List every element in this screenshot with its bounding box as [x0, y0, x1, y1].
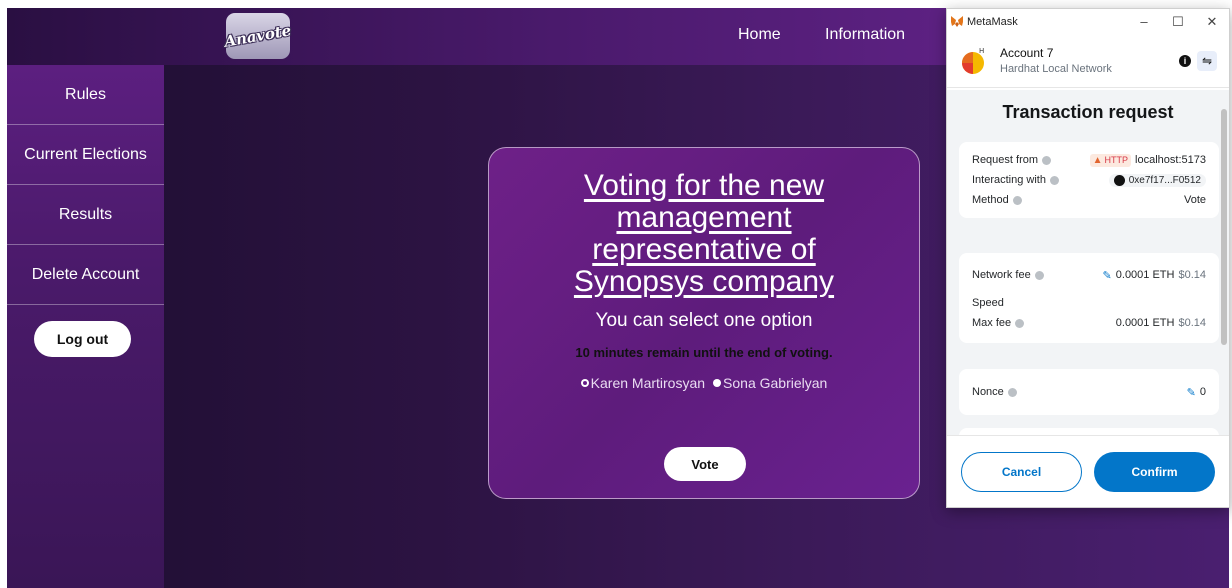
max-fee-label: Max fee: [972, 317, 1012, 329]
svg-text:H: H: [979, 47, 984, 55]
nonce-row: Nonce ✎ 0: [972, 382, 1206, 402]
window-titlebar: MetaMask – ☐ ✕: [947, 9, 1229, 34]
network-fee-eth: 0.0001 ETH: [1115, 269, 1175, 281]
network-fee-usd: $0.14: [1178, 269, 1206, 281]
method-row: Method Vote: [972, 190, 1206, 210]
method-value: Vote: [1183, 194, 1206, 206]
vote-button[interactable]: Vote: [664, 447, 746, 481]
voting-timer: 10 minutes remain until the end of votin…: [575, 345, 833, 360]
max-fee-row: Max fee 0.0001 ETH $0.14: [972, 313, 1206, 333]
help-icon[interactable]: [1042, 155, 1052, 165]
candidate-options: Karen Martirosyan Sona Gabrielyan: [489, 375, 919, 391]
nav-information-link[interactable]: Information: [825, 26, 905, 44]
radio-unselected-icon[interactable]: [713, 379, 722, 387]
logo-text: Anavote: [223, 21, 293, 51]
help-icon[interactable]: [1007, 387, 1017, 397]
request-origin: localhost:5173: [1135, 154, 1206, 166]
confirm-button[interactable]: Confirm: [1094, 451, 1215, 492]
settings-sliders-icon[interactable]: ⇋: [1197, 50, 1217, 71]
edit-pencil-icon[interactable]: ✎: [1103, 269, 1112, 282]
account-header: H Account 7 Hardhat Local Network i ⇋: [947, 34, 1229, 88]
scrollbar-thumb[interactable]: [1221, 109, 1227, 345]
nonce-value: 0: [1199, 386, 1206, 398]
window-controls: – ☐ ✕: [1127, 14, 1229, 30]
window-title: MetaMask: [967, 15, 1018, 28]
contract-address-pill[interactable]: 0xe7f17...F0512: [1108, 173, 1206, 187]
data-card-partial: [959, 428, 1219, 435]
scrollbar[interactable]: [1221, 97, 1227, 353]
warning-icon: ▲: [1092, 154, 1103, 166]
method-label: Method: [972, 194, 1009, 206]
contract-address: 0xe7f17...F0512: [1128, 174, 1201, 186]
account-actions: i ⇋: [1179, 50, 1217, 71]
max-fee-eth: 0.0001 ETH: [1115, 317, 1175, 329]
metamask-window: MetaMask – ☐ ✕ H Account 7 Hardhat Local…: [946, 8, 1230, 508]
sidebar: Rules Current Elections Results Delete A…: [7, 65, 164, 588]
request-details-card: Request from ▲ HTTP localhost:5173 Inter…: [959, 142, 1219, 218]
option-karen-martirosyan[interactable]: Karen Martirosyan: [580, 375, 706, 391]
maximize-icon[interactable]: ☐: [1161, 14, 1195, 30]
close-icon[interactable]: ✕: [1195, 14, 1229, 30]
max-fee-usd: $0.14: [1178, 317, 1206, 329]
app-logo[interactable]: Anavote: [223, 13, 293, 59]
sidebar-item-results[interactable]: Results: [7, 185, 164, 245]
edit-pencil-icon[interactable]: ✎: [1187, 386, 1196, 399]
help-icon[interactable]: [1012, 195, 1022, 205]
network-name: Hardhat Local Network: [1000, 63, 1112, 75]
election-title: Voting for the new management representa…: [573, 169, 835, 298]
interacting-label: Interacting with: [972, 174, 1046, 186]
sidebar-item-rules[interactable]: Rules: [7, 65, 164, 125]
contract-identicon: [1113, 174, 1125, 186]
nonce-card: Nonce ✎ 0: [959, 369, 1219, 415]
network-fee-row: Network fee ✎ 0.0001 ETH $0.14: [972, 265, 1206, 285]
help-icon[interactable]: [1049, 175, 1059, 185]
election-subtitle: You can select one option: [595, 310, 813, 331]
voting-card: Voting for the new management representa…: [488, 147, 920, 499]
interacting-with-row: Interacting with 0xe7f17...F0512: [972, 170, 1206, 190]
minimize-icon[interactable]: –: [1127, 14, 1161, 30]
radio-selected-icon[interactable]: [580, 379, 589, 387]
sidebar-item-current-elections[interactable]: Current Elections: [7, 125, 164, 185]
account-avatar[interactable]: H: [959, 47, 987, 75]
account-info: Account 7 Hardhat Local Network: [1000, 46, 1112, 75]
option-label: Karen Martirosyan: [590, 375, 706, 391]
request-from-label: Request from: [972, 154, 1039, 166]
transaction-body: Transaction request Request from ▲ HTTP …: [947, 90, 1229, 435]
help-icon[interactable]: [1015, 318, 1025, 328]
network-fee-label: Network fee: [972, 269, 1031, 281]
cancel-button[interactable]: Cancel: [961, 451, 1082, 492]
metamask-fox-icon: [951, 16, 963, 27]
action-footer: Cancel Confirm: [947, 435, 1229, 507]
speed-label: Speed: [972, 297, 1004, 309]
option-label: Sona Gabrielyan: [723, 375, 828, 391]
speed-row: Speed: [972, 293, 1206, 313]
sidebar-item-delete-account[interactable]: Delete Account: [7, 245, 164, 305]
http-warning-badge: ▲ HTTP: [1089, 153, 1132, 167]
option-sona-gabrielyan[interactable]: Sona Gabrielyan: [713, 375, 827, 391]
fee-card: Network fee ✎ 0.0001 ETH $0.14 Speed Max…: [959, 253, 1219, 343]
info-icon[interactable]: i: [1179, 54, 1191, 67]
nav-home-link[interactable]: Home: [738, 26, 781, 44]
account-name[interactable]: Account 7: [1000, 46, 1112, 60]
nonce-label: Nonce: [972, 386, 1004, 398]
request-from-row: Request from ▲ HTTP localhost:5173: [972, 150, 1206, 170]
http-badge-label: HTTP: [1104, 155, 1129, 165]
transaction-heading: Transaction request: [1002, 102, 1174, 122]
help-icon[interactable]: [1034, 270, 1044, 280]
logout-button[interactable]: Log out: [34, 321, 131, 357]
